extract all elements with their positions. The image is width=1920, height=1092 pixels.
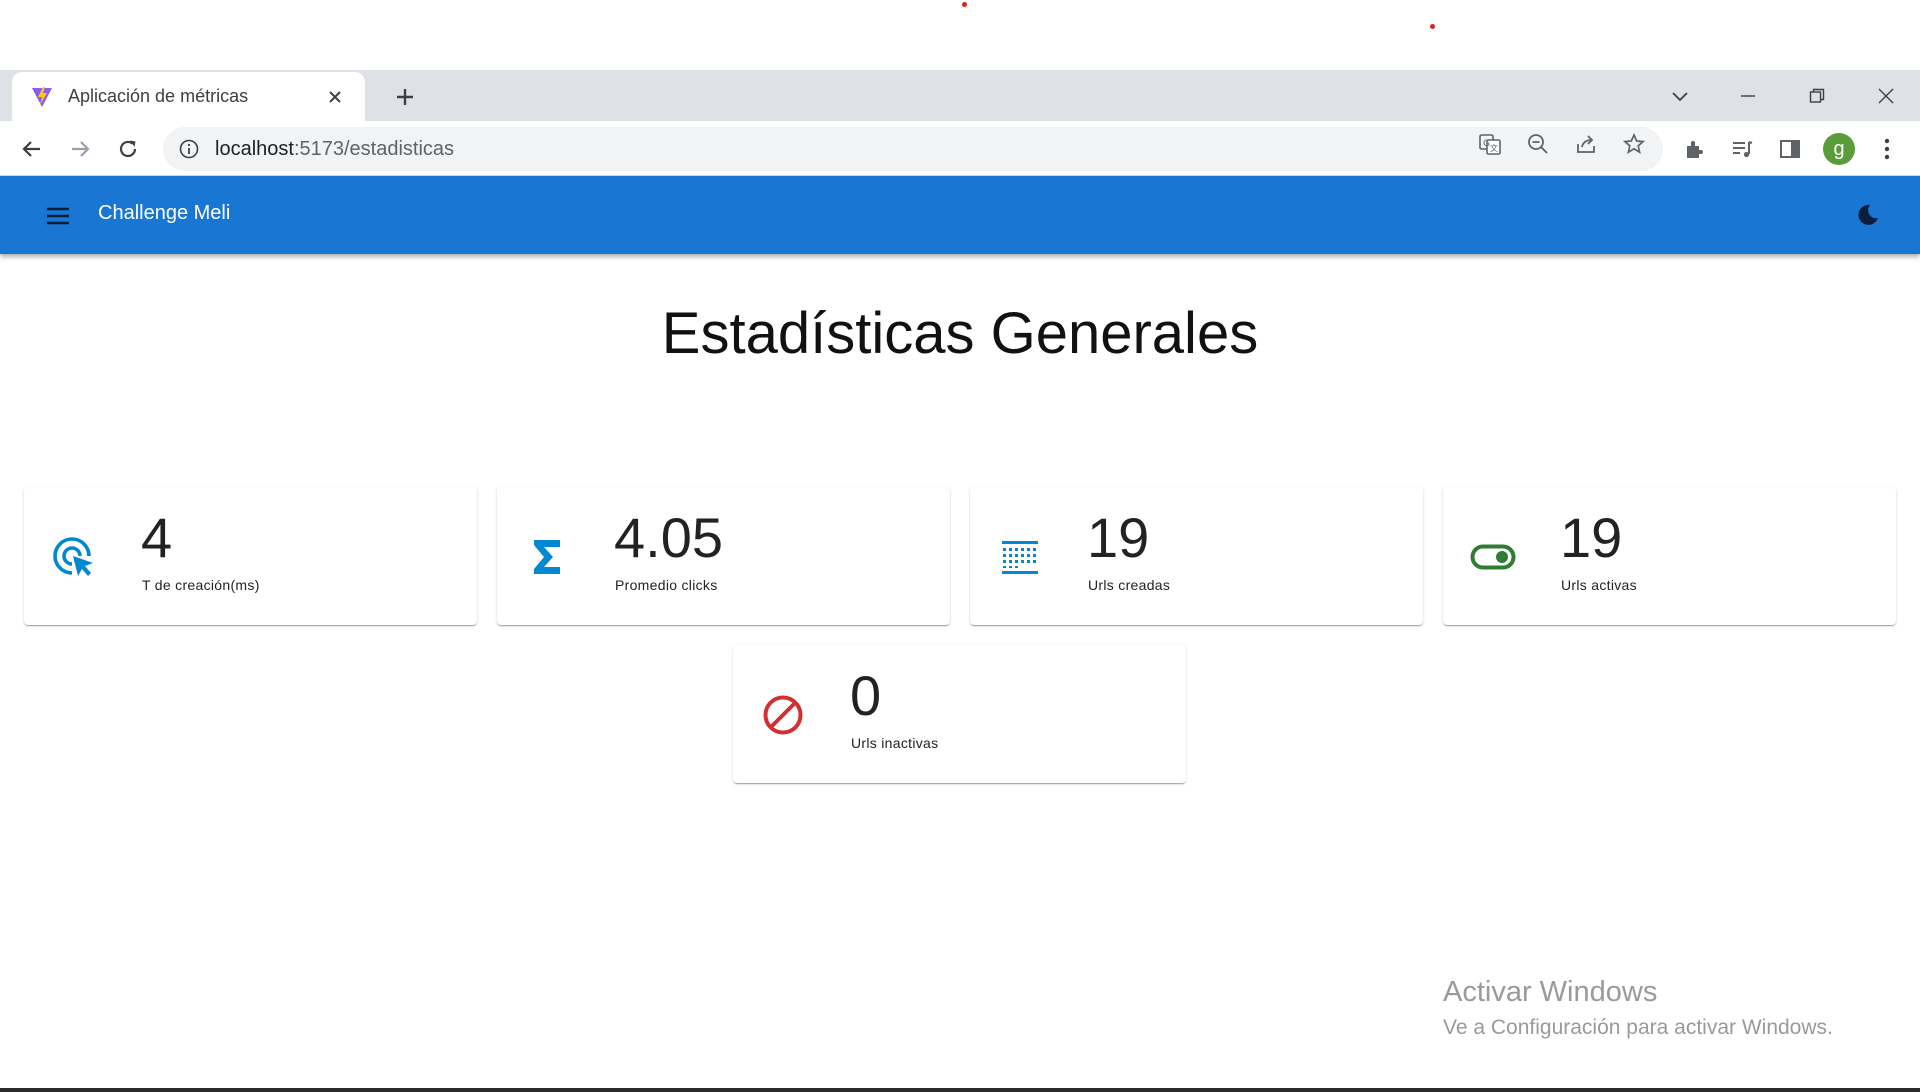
red-dot bbox=[1430, 24, 1435, 29]
stat-value: 19 bbox=[1560, 506, 1623, 569]
minimize-icon[interactable] bbox=[1728, 80, 1768, 112]
media-playlist-icon[interactable] bbox=[1728, 135, 1756, 163]
url-path: :5173/estadisticas bbox=[293, 137, 455, 160]
browser-tab[interactable]: Aplicación de métricas bbox=[12, 72, 365, 121]
stat-label: Urls inactivas bbox=[851, 735, 939, 751]
stat-label: T de creación(ms) bbox=[142, 577, 260, 593]
vite-logo-icon bbox=[32, 86, 52, 107]
stat-value: 4 bbox=[141, 506, 173, 569]
stat-value: 19 bbox=[1087, 506, 1150, 569]
bookmark-star-icon[interactable] bbox=[1621, 131, 1647, 157]
block-icon bbox=[759, 691, 807, 739]
browser-tab-strip: Aplicación de métricas bbox=[0, 70, 1920, 121]
zoom-out-icon[interactable] bbox=[1525, 131, 1551, 157]
page-title: Estadísticas Generales bbox=[661, 301, 1259, 366]
more-vertical-icon[interactable] bbox=[1873, 135, 1901, 163]
address-bar[interactable]: localhost:5173/estadisticas bbox=[163, 127, 1663, 171]
forward-arrow-icon[interactable] bbox=[62, 131, 98, 167]
restore-icon[interactable] bbox=[1797, 80, 1837, 112]
stat-label: Urls activas bbox=[1561, 577, 1637, 593]
back-arrow-icon[interactable] bbox=[14, 131, 50, 167]
app-bar: Challenge Meli bbox=[0, 176, 1920, 254]
browser-toolbar: localhost:5173/estadisticas G文 g bbox=[0, 121, 1920, 176]
reload-icon[interactable] bbox=[110, 131, 146, 167]
stat-label: Urls creadas bbox=[1088, 577, 1171, 593]
windows-activation-title: Activar Windows bbox=[1443, 976, 1658, 1008]
url-host: localhost bbox=[215, 137, 294, 160]
stat-card-urls-active: 19 Urls activas bbox=[1443, 487, 1896, 625]
red-dot bbox=[962, 2, 967, 7]
stat-value: 0 bbox=[850, 664, 882, 727]
close-tab-icon[interactable] bbox=[323, 85, 347, 109]
stat-card-urls-inactive: 0 Urls inactivas bbox=[733, 645, 1186, 783]
profile-avatar[interactable]: g bbox=[1823, 133, 1855, 165]
side-panel-icon[interactable] bbox=[1776, 135, 1804, 163]
screen-top-area bbox=[0, 0, 1920, 70]
dark-mode-moon-icon[interactable] bbox=[1848, 195, 1888, 235]
stat-value: 4.05 bbox=[614, 506, 723, 569]
sigma-icon bbox=[523, 533, 571, 581]
app-title: Challenge Meli bbox=[98, 202, 231, 224]
close-window-icon[interactable] bbox=[1866, 80, 1906, 112]
grid-dots-icon bbox=[996, 533, 1044, 581]
toggle-on-icon bbox=[1469, 533, 1517, 581]
stat-label: Promedio clicks bbox=[615, 577, 718, 593]
stat-card-creation-time: 4 T de creación(ms) bbox=[24, 487, 477, 625]
svg-text:文: 文 bbox=[1490, 143, 1498, 153]
stat-card-average-clicks: 4.05 Promedio clicks bbox=[497, 487, 950, 625]
share-icon[interactable] bbox=[1573, 131, 1599, 157]
hamburger-menu-icon[interactable] bbox=[38, 196, 78, 236]
tab-search-chevron-icon[interactable] bbox=[1660, 80, 1700, 112]
tab-title: Aplicación de métricas bbox=[68, 86, 249, 106]
ads-click-icon bbox=[50, 533, 98, 581]
taskbar-edge bbox=[0, 1088, 1920, 1092]
stat-card-urls-created: 19 Urls creadas bbox=[970, 487, 1423, 625]
new-tab-button[interactable] bbox=[390, 82, 420, 112]
translate-icon[interactable]: G文 bbox=[1477, 131, 1503, 157]
svg-text:G: G bbox=[1483, 139, 1490, 149]
windows-activation-subtitle: Ve a Configuración para activar Windows. bbox=[1443, 1016, 1833, 1039]
extensions-puzzle-icon[interactable] bbox=[1681, 135, 1709, 163]
site-info-icon[interactable] bbox=[177, 137, 201, 161]
